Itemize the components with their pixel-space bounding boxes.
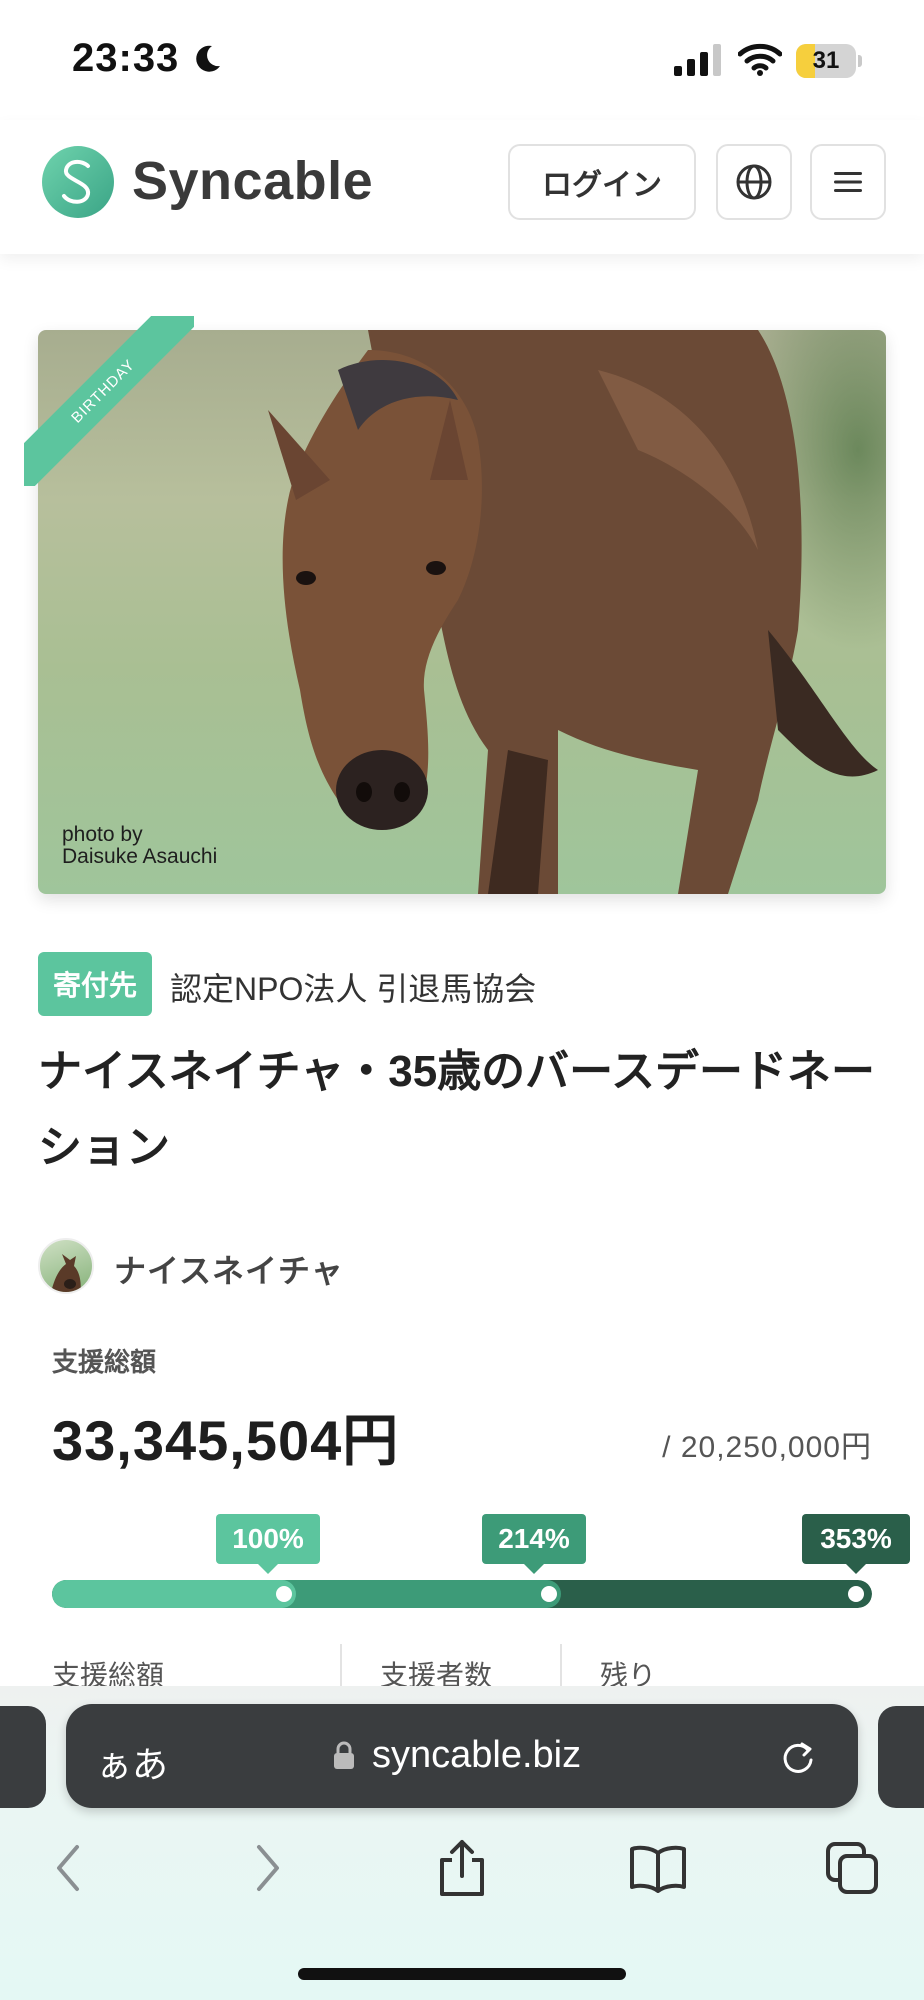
login-button[interactable]: ログイン (508, 144, 696, 220)
status-time: 23:33 (72, 36, 180, 80)
bookmarks-icon (630, 1845, 686, 1893)
author-name[interactable]: ナイスネイチャ (114, 1246, 344, 1292)
photo-credit-line2: Daisuke Asauchi (62, 845, 218, 868)
signal-icon (674, 44, 721, 76)
birthday-ribbon: BIRTHDAY (24, 316, 194, 486)
menu-button[interactable] (810, 144, 886, 220)
milestone-label-100: 100% (216, 1514, 320, 1574)
logo-text[interactable]: Syncable (132, 150, 373, 212)
site-header: Syncable ログイン (0, 120, 924, 254)
milestone-label-214: 214% (482, 1514, 586, 1574)
share-icon (440, 1840, 484, 1896)
stat-divider (560, 1644, 562, 1688)
recipient-name[interactable]: 認定NPO法人 引退馬協会 (170, 964, 536, 1010)
total-amount: 33,345,504円 (52, 1409, 400, 1472)
home-indicator (298, 1968, 626, 1980)
text-size-button[interactable]: ぁあ (96, 1736, 168, 1788)
bookmarks-button[interactable] (628, 1838, 688, 1898)
previous-tab-preview[interactable] (0, 1706, 46, 1808)
battery-nub (858, 55, 862, 67)
forward-button[interactable] (238, 1838, 298, 1898)
next-tab-preview[interactable] (878, 1706, 924, 1808)
page-title: ナイスネイチャ・35歳のバースデードネーション (38, 1047, 875, 1172)
stats-row: 支援総額 支援者数 残り (52, 1644, 882, 1691)
donation-target-badge: 寄付先 (38, 952, 152, 1016)
wifi-icon (738, 43, 782, 76)
moon-icon (196, 45, 220, 72)
battery-level: 31 (812, 47, 840, 74)
photo-credit-line1: photo by (62, 823, 143, 846)
milestone-label-353: 353% (802, 1514, 910, 1574)
reload-icon[interactable] (778, 1736, 818, 1776)
battery-body: 31 (796, 44, 856, 78)
status-bar: 23:33 31 (0, 0, 924, 120)
language-button[interactable] (716, 144, 792, 220)
stat-divider (340, 1644, 342, 1688)
funding-progress-bar (52, 1580, 872, 1608)
total-label: 支援総額 (52, 1347, 157, 1377)
back-icon (57, 1845, 79, 1891)
milestone-dot-353 (848, 1586, 864, 1602)
ribbon-text: BIRTHDAY (67, 355, 139, 427)
forward-icon (257, 1845, 279, 1891)
tabs-button[interactable] (822, 1838, 882, 1898)
lock-icon (334, 1741, 354, 1769)
avatar[interactable] (38, 1238, 94, 1294)
battery-indicator: 31 (796, 44, 862, 78)
photo-credit: photo by Daisuke Asauchi (62, 824, 217, 868)
milestone-dot-214 (541, 1586, 558, 1602)
tabs-icon (826, 1842, 878, 1894)
share-button[interactable] (432, 1838, 492, 1898)
logo-icon[interactable] (42, 146, 114, 218)
goal-amount: / 20,250,000円 (662, 1431, 872, 1464)
ribbon-band: BIRTHDAY (24, 316, 194, 486)
url-text[interactable]: syncable.biz (372, 1734, 581, 1777)
hamburger-menu-icon (834, 172, 862, 192)
progress-segment-1 (52, 1580, 297, 1608)
address-bar[interactable]: ぁあ syncable.biz (66, 1704, 858, 1808)
globe-icon (736, 164, 772, 200)
back-button[interactable] (38, 1838, 98, 1898)
